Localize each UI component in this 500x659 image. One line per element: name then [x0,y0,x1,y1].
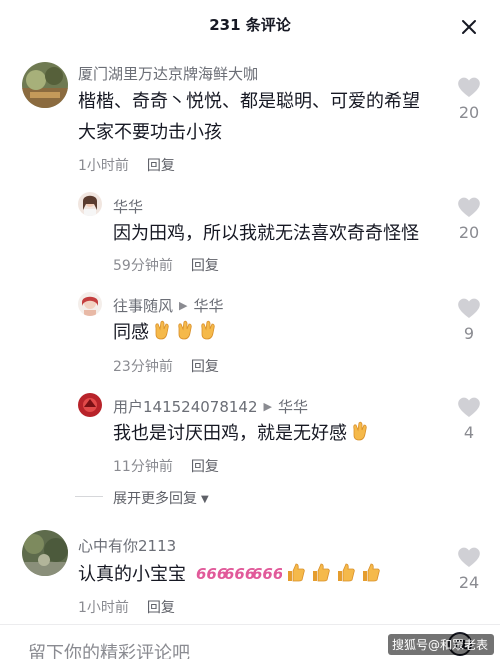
reply-author[interactable]: 用户141524078142 ▶ 华华 [113,396,308,417]
ok-hand-emoji [178,320,192,340]
avatar[interactable] [22,530,68,576]
ok-hand-emoji [155,320,169,340]
like-button[interactable]: 20 [449,195,489,242]
ok-hand-emoji [353,421,367,441]
comments-header: 231 条评论 [0,0,500,50]
svg-text:666: 666 [252,565,282,583]
comment-meta: 1小时前 回复 [78,155,175,175]
close-icon[interactable] [460,18,478,36]
reply-meta: 23分钟前 回复 [113,356,219,376]
expand-more-replies-label[interactable]: 展开更多回复 [113,491,197,507]
comments-count-title: 231 条评论 [209,16,291,34]
comment-author[interactable]: 心中有你2113 [78,535,176,556]
like-count: 24 [458,573,480,592]
divider [75,496,103,497]
reply-button[interactable]: 回复 [147,158,175,174]
like-count: 9 [463,324,475,343]
reply-author[interactable]: 往事随风 ▶ 华华 [113,295,224,316]
reply-to-user[interactable]: 华华 [278,398,308,416]
svg-text:666: 666 [224,565,255,583]
avatar[interactable] [78,192,102,216]
comment-meta: 1小时前 回复 [78,597,175,617]
comment-input-placeholder[interactable]: 留下你的精彩评论吧 [28,639,190,659]
reply-meta: 11分钟前 回复 [113,456,219,476]
like-button[interactable]: 4 [449,395,489,442]
comment-time: 1小时前 [78,600,129,616]
like-count: 20 [458,223,480,242]
avatar[interactable] [78,393,102,417]
reply-time: 59分钟前 [113,258,173,274]
like-button[interactable]: 20 [449,75,489,122]
heart-icon [458,397,480,417]
comment-text: 认真的小宝宝 666 666 666 [78,560,382,590]
heart-icon [458,298,480,318]
like-count: 4 [463,423,475,442]
reply-meta: 59分钟前 回复 [113,255,219,275]
comment-author[interactable]: 厦门湖里万达京牌海鲜大咖 [78,63,258,84]
reply-button[interactable]: 回复 [191,359,219,375]
like-button[interactable]: 24 [449,545,489,592]
comment-time: 1小时前 [78,158,129,174]
reply-time: 23分钟前 [113,359,173,375]
svg-text:666: 666 [196,565,227,583]
like-button[interactable]: 9 [449,296,489,343]
reply-arrow-icon: ▶ [263,400,272,413]
reply-button[interactable]: 回复 [191,258,219,274]
like-count: 20 [458,103,480,122]
reply-arrow-icon: ▶ [179,299,188,312]
reply-button[interactable]: 回复 [191,459,219,475]
chevron-down-icon: ▼ [201,494,209,505]
watermark: 搜狐号@和眾老表 [388,634,495,655]
thumbs-up-emoji [362,563,380,582]
heart-icon [458,77,480,97]
thumbs-up-emoji [312,563,330,582]
666-sticker: 666 666 666 [196,565,282,583]
expand-more-replies[interactable]: 展开更多回复 ▼ [75,488,209,512]
thumbs-up-emoji [337,563,355,582]
comment-text-line: 大家不要功击小孩 [78,122,222,143]
avatar[interactable] [78,292,102,316]
reply-text: 因为田鸡，所以我就无法喜欢奇奇怪怪 [113,223,419,244]
avatar[interactable] [22,62,68,108]
ok-hand-emoji [201,320,215,340]
comment-text-line: 楷楷、奇奇丶悦悦、都是聪明、可爱的希望 [78,91,420,112]
heart-icon [458,547,480,567]
reply-button[interactable]: 回复 [147,600,175,616]
heart-icon [458,197,480,217]
reply-time: 11分钟前 [113,459,173,475]
thumbs-up-emoji [287,563,305,582]
reply-to-user[interactable]: 华华 [193,297,223,315]
reply-author[interactable]: 华华 [113,196,143,217]
reply-text: 我也是讨厌田鸡，就是无好感 [113,419,370,449]
reply-text: 同感 [113,318,218,348]
